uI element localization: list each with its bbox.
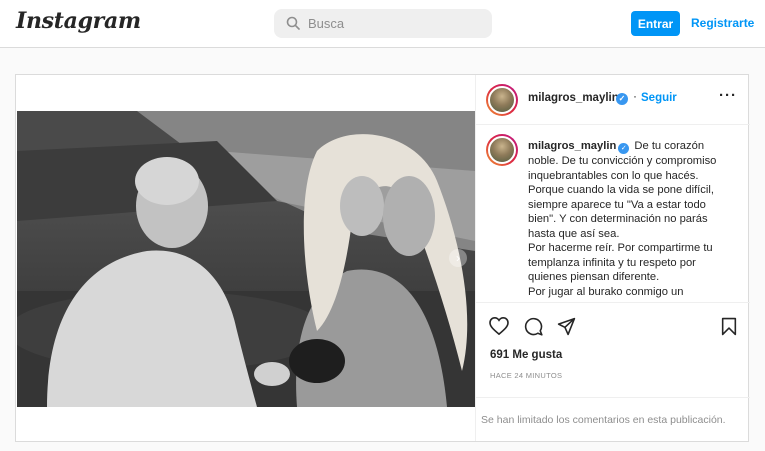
separator-dot: ·: [633, 89, 637, 103]
top-navigation-bar: Instagram Entrar Registrarte: [0, 0, 765, 48]
caption-line: inquebrantables con lo que hacés.: [528, 169, 699, 182]
search-box[interactable]: [274, 9, 492, 38]
post-photo-image: [17, 111, 475, 407]
login-button[interactable]: Entrar: [631, 11, 680, 36]
caption-line: Por hacerme reír. Por compartirme tu: [528, 242, 713, 254]
avatar[interactable]: [486, 84, 518, 116]
post-sidebar: milagros_maylin ✓ · Seguir ··· milagros_…: [475, 75, 750, 441]
caption-line: templanza infinita y tu respeto por: [528, 256, 696, 269]
caption-line: Porque cuando la vida se pone difícil,: [528, 184, 714, 196]
search-input[interactable]: [308, 9, 484, 38]
bookmark-icon[interactable]: [721, 317, 737, 336]
caption-line: quienes piensan diferente.: [528, 271, 660, 283]
caption-line: noble. De tu convicción y compromiso: [528, 155, 717, 167]
more-icon[interactable]: ···: [719, 87, 737, 104]
comments-limited-notice: Se han limitado los comentarios en esta …: [476, 397, 750, 441]
caption-line: bien". Y con determinación no parás: [528, 213, 708, 225]
verified-icon: ✓: [616, 93, 628, 105]
post-actions: [476, 302, 750, 347]
like-count[interactable]: 691 Me gusta: [490, 349, 562, 361]
post-username[interactable]: milagros_maylin: [528, 92, 619, 104]
heart-icon[interactable]: [489, 317, 509, 335]
post-timestamp[interactable]: HACE 24 MINUTOS: [490, 371, 562, 380]
caption-line: milagros_maylin ✓ De tu corazón: [528, 139, 740, 154]
caption-line: De tu corazón: [634, 140, 705, 152]
post-photo[interactable]: ›: [17, 111, 475, 407]
caption-line: Por jugar al burako conmigo un: [528, 285, 684, 298]
caption-text: milagros_maylin ✓ De tu corazón noble. De…: [528, 139, 740, 299]
avatar[interactable]: [486, 134, 518, 166]
caption-line: hasta que así sea.: [528, 227, 620, 240]
caption-line: siempre aparece tu "Va a estar todo: [528, 198, 706, 211]
instagram-logo[interactable]: Instagram: [16, 8, 141, 34]
next-arrow-icon[interactable]: ›: [449, 249, 467, 267]
comment-icon[interactable]: [524, 317, 543, 336]
follow-button[interactable]: Seguir: [641, 92, 677, 104]
share-icon[interactable]: [557, 317, 576, 336]
verified-icon: ✓: [618, 143, 630, 154]
comments-limited-text: Se han limitado los comentarios en esta …: [481, 414, 726, 426]
signup-link[interactable]: Registrarte: [691, 16, 754, 30]
post-header: milagros_maylin ✓ · Seguir ···: [476, 75, 750, 125]
post-card: › milagros_maylin ✓ · Seguir ··· milagro…: [15, 74, 750, 442]
caption-username[interactable]: milagros_maylin: [528, 140, 616, 152]
post-caption: milagros_maylin ✓ De tu corazón noble. De…: [476, 126, 750, 302]
search-icon: [286, 16, 300, 30]
